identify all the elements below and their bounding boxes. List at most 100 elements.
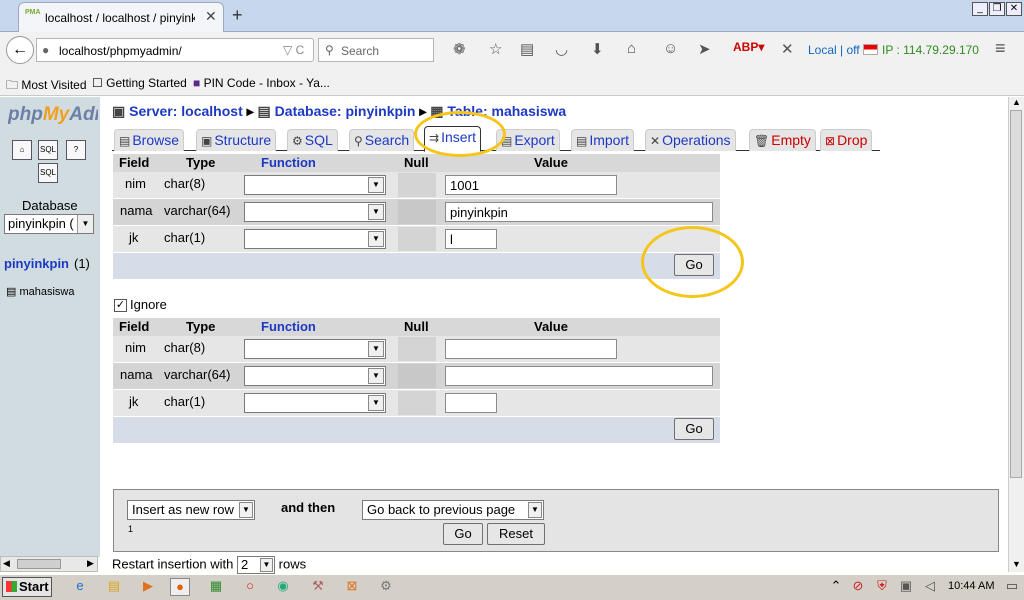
security-icon[interactable]: ⊘: [848, 578, 868, 596]
restart-count-select[interactable]: 2 ▼: [237, 556, 276, 574]
value-input[interactable]: [445, 366, 713, 386]
scroll-down-icon[interactable]: ▼: [1012, 559, 1021, 569]
reading-list-icon[interactable]: ▤: [520, 40, 534, 58]
breadcrumb-server[interactable]: Server: localhost: [129, 103, 243, 119]
function-select[interactable]: ▼: [244, 393, 386, 413]
sql-docs-icon[interactable]: SQL: [38, 163, 58, 183]
spreadsheet-icon[interactable]: ▦: [206, 578, 226, 596]
volume-icon[interactable]: ◁: [920, 578, 940, 596]
database-link[interactable]: pinyinkpin: [4, 256, 69, 271]
chevron-down-icon: ▼: [368, 341, 384, 357]
function-select[interactable]: ▼: [244, 339, 386, 359]
opera-icon[interactable]: ○: [240, 578, 260, 596]
value-input[interactable]: [445, 393, 497, 413]
header-field: Field: [119, 319, 150, 334]
chat-icon[interactable]: ☺: [663, 40, 678, 57]
x-extension-icon[interactable]: ✕: [781, 40, 794, 58]
form2-header: Field Type Function Null Value: [113, 318, 720, 336]
table-link-label: mahasiswa: [19, 286, 75, 298]
close-tab-icon[interactable]: ✕: [205, 8, 217, 25]
value-input[interactable]: pinyinkpin: [445, 202, 713, 222]
go-button[interactable]: Go: [443, 523, 483, 545]
download-icon[interactable]: ⬇: [591, 40, 604, 58]
ignore-label: Ignore: [130, 297, 167, 312]
tab-sql[interactable]: ⚙ SQL: [287, 129, 338, 151]
back-button[interactable]: ←: [6, 36, 34, 64]
send-icon[interactable]: ➤: [698, 40, 711, 58]
value-input[interactable]: [445, 339, 617, 359]
sql-query-icon[interactable]: SQL: [38, 140, 58, 160]
adblock-icon[interactable]: ABP▾: [733, 40, 764, 54]
network-tray-icon[interactable]: ▣: [896, 578, 916, 596]
value-input[interactable]: 1001: [445, 175, 617, 195]
search-box[interactable]: ⚲ Search: [318, 38, 434, 62]
page-icon: ☐: [92, 76, 103, 90]
function-select[interactable]: ▼: [244, 366, 386, 386]
xampp-icon[interactable]: ⊠: [342, 578, 362, 596]
phpmyadmin-logo[interactable]: phpMyAdmin: [8, 104, 98, 126]
breadcrumb-database[interactable]: Database: pinyinkpin: [275, 103, 416, 119]
tab-search[interactable]: ⚲ Search: [349, 129, 415, 151]
table-link[interactable]: ▤ mahasiswa: [6, 285, 75, 298]
tool-icon[interactable]: ⚒: [308, 578, 328, 596]
after-insert-select[interactable]: Go back to previous page ▼: [362, 500, 544, 520]
show-desktop-icon[interactable]: ▭: [1002, 578, 1022, 596]
minimize-icon[interactable]: _: [972, 2, 988, 16]
extension-icon[interactable]: ❁: [453, 40, 466, 58]
help-icon[interactable]: ?: [66, 140, 86, 160]
header-type: Type: [186, 155, 216, 170]
file-explorer-icon[interactable]: ▤: [104, 578, 124, 596]
tab-browse[interactable]: ▤ Browse: [114, 129, 185, 151]
value-input[interactable]: l: [445, 229, 497, 249]
most-visited-bookmark[interactable]: 🗀 Most Visited: [6, 76, 87, 97]
bookmark-star-icon[interactable]: ☆: [489, 40, 502, 58]
network-icon[interactable]: ⚙: [376, 578, 396, 596]
reset-button[interactable]: Reset: [487, 523, 545, 545]
insert-mode-select[interactable]: Insert as new row ▼: [127, 500, 255, 520]
new-tab-icon[interactable]: +: [232, 5, 243, 26]
internet-explorer-icon[interactable]: e: [70, 578, 90, 596]
ignore-checkbox[interactable]: ✓ Ignore: [114, 297, 167, 313]
firefox-icon[interactable]: ●: [170, 578, 190, 596]
horizontal-scrollbar[interactable]: ◀ ▶: [0, 556, 98, 572]
null-cell: [398, 200, 436, 224]
close-window-icon[interactable]: ✕: [1006, 2, 1022, 16]
scroll-right-icon[interactable]: ▶: [87, 558, 94, 569]
pin-code-bookmark[interactable]: ■ PIN Code - Inbox - Ya...: [193, 76, 330, 90]
home-icon[interactable]: ⌂: [627, 40, 636, 57]
pocket-icon[interactable]: ◡: [555, 40, 568, 58]
tab-structure[interactable]: ▣ Structure: [196, 129, 277, 151]
media-player-icon[interactable]: ▶: [138, 578, 158, 596]
chrome-icon[interactable]: ◉: [273, 578, 293, 596]
scroll-up-icon[interactable]: ▲: [1012, 97, 1021, 107]
restore-icon[interactable]: ❐: [989, 2, 1005, 16]
function-select[interactable]: ▼: [244, 229, 386, 249]
field-type: char(8): [164, 340, 206, 355]
field-name: nama: [120, 367, 153, 382]
tray-expand-icon[interactable]: ⌃: [826, 578, 846, 596]
antivirus-icon[interactable]: ⛨: [872, 578, 892, 596]
tab-empty[interactable]: 🗑 Empty: [749, 129, 816, 151]
dropdown-arrow-icon[interactable]: ▽ C: [283, 43, 304, 57]
scroll-thumb[interactable]: [1010, 110, 1022, 478]
menu-icon[interactable]: ≡: [995, 38, 1006, 59]
url-bar[interactable]: ● localhost/phpmyadmin/ ▽ C: [36, 38, 314, 62]
scroll-left-icon[interactable]: ◀: [3, 558, 10, 569]
tab-operations[interactable]: ✕ Operations: [645, 129, 736, 151]
header-null: Null: [404, 319, 429, 334]
home-icon[interactable]: ⌂: [12, 140, 32, 160]
tab-import[interactable]: ▤ Import: [571, 129, 635, 151]
browser-tab[interactable]: PMA localhost / localhost / pinyinkp... …: [18, 2, 224, 32]
table-row: nim char(8) ▼: [113, 336, 720, 362]
database-select[interactable]: pinyinkpin (▼: [4, 214, 94, 234]
function-select[interactable]: ▼: [244, 175, 386, 195]
start-button[interactable]: Start: [2, 577, 52, 597]
tab-drop[interactable]: ⊠ Drop: [820, 129, 873, 151]
getting-started-bookmark[interactable]: ☐ Getting Started: [92, 76, 187, 90]
database-select-value: pinyinkpin (: [8, 216, 74, 231]
rows-label: rows: [278, 556, 307, 572]
go-button[interactable]: Go: [674, 418, 714, 440]
scroll-thumb[interactable]: [17, 559, 61, 569]
tab-label: Drop: [837, 132, 868, 148]
function-select[interactable]: ▼: [244, 202, 386, 222]
